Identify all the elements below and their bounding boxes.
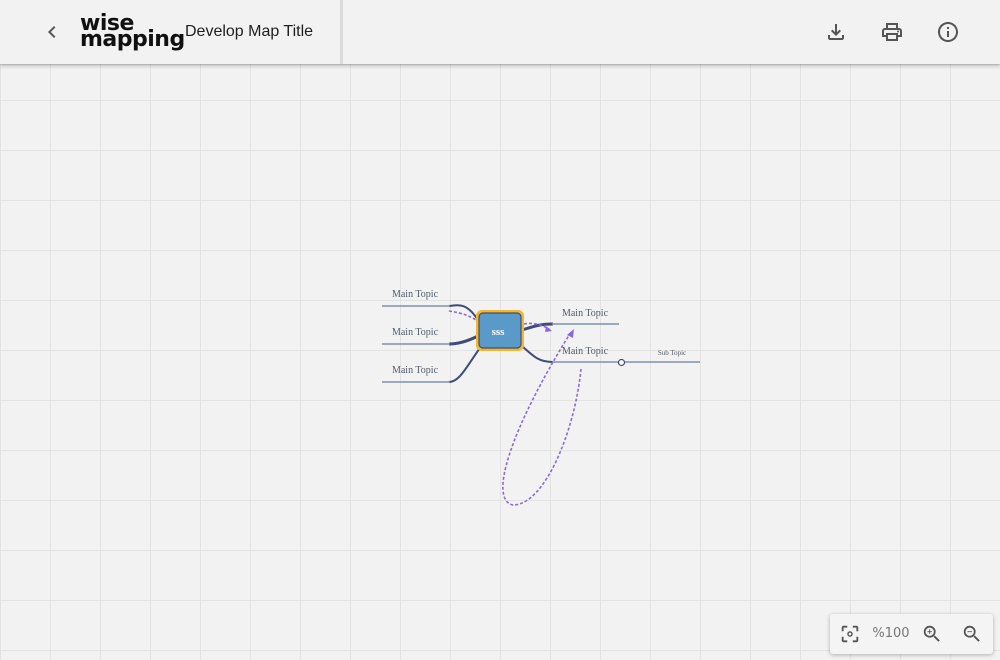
info-icon xyxy=(936,20,960,44)
connector-left-2 xyxy=(448,334,479,346)
relationship-arrowhead-1 xyxy=(545,326,552,332)
zoom-out-button[interactable] xyxy=(952,614,992,654)
wisemapping-logo[interactable]: wise mapping xyxy=(80,12,185,52)
print-button[interactable] xyxy=(872,12,912,52)
zoom-panel: %100 xyxy=(830,614,993,654)
download-button[interactable] xyxy=(816,12,856,52)
info-button[interactable] xyxy=(928,12,968,52)
connector-right-2 xyxy=(521,345,554,363)
top-toolbar: wise mapping Develop Map Title xyxy=(0,0,1000,64)
left-topic-3-label[interactable]: Main Topic xyxy=(392,365,439,376)
zoom-in-icon xyxy=(921,623,943,645)
center-focus-icon xyxy=(839,623,861,645)
toolbar-divider xyxy=(340,0,343,64)
arrow-back-icon xyxy=(40,20,64,44)
central-topic-label: sss xyxy=(492,326,506,338)
center-focus-button[interactable] xyxy=(830,614,870,654)
mindmap-canvas[interactable]: sss Main Topic Main Topic Main Topic Mai… xyxy=(0,0,1000,660)
subtopic-label[interactable]: Sub Topic xyxy=(658,349,686,357)
zoom-level: %100 xyxy=(872,626,910,641)
map-title[interactable]: Develop Map Title xyxy=(185,22,313,42)
zoom-out-icon xyxy=(961,623,983,645)
logo-line-2: mapping xyxy=(80,27,185,52)
right-topic-1-label[interactable]: Main Topic xyxy=(562,308,609,319)
right-topic-2-label[interactable]: Main Topic xyxy=(562,346,609,357)
mindmap-graph[interactable]: sss Main Topic Main Topic Main Topic Mai… xyxy=(0,0,1000,660)
left-topic-1-label[interactable]: Main Topic xyxy=(392,289,439,300)
subtopic-collapse-handle[interactable] xyxy=(617,358,626,367)
back-button[interactable] xyxy=(32,12,72,52)
left-topic-2-label[interactable]: Main Topic xyxy=(392,327,439,338)
relationship-line-3[interactable] xyxy=(502,331,582,506)
print-icon xyxy=(880,20,904,44)
zoom-in-button[interactable] xyxy=(912,614,952,654)
download-icon xyxy=(824,20,848,44)
connector-left-3 xyxy=(448,347,481,383)
